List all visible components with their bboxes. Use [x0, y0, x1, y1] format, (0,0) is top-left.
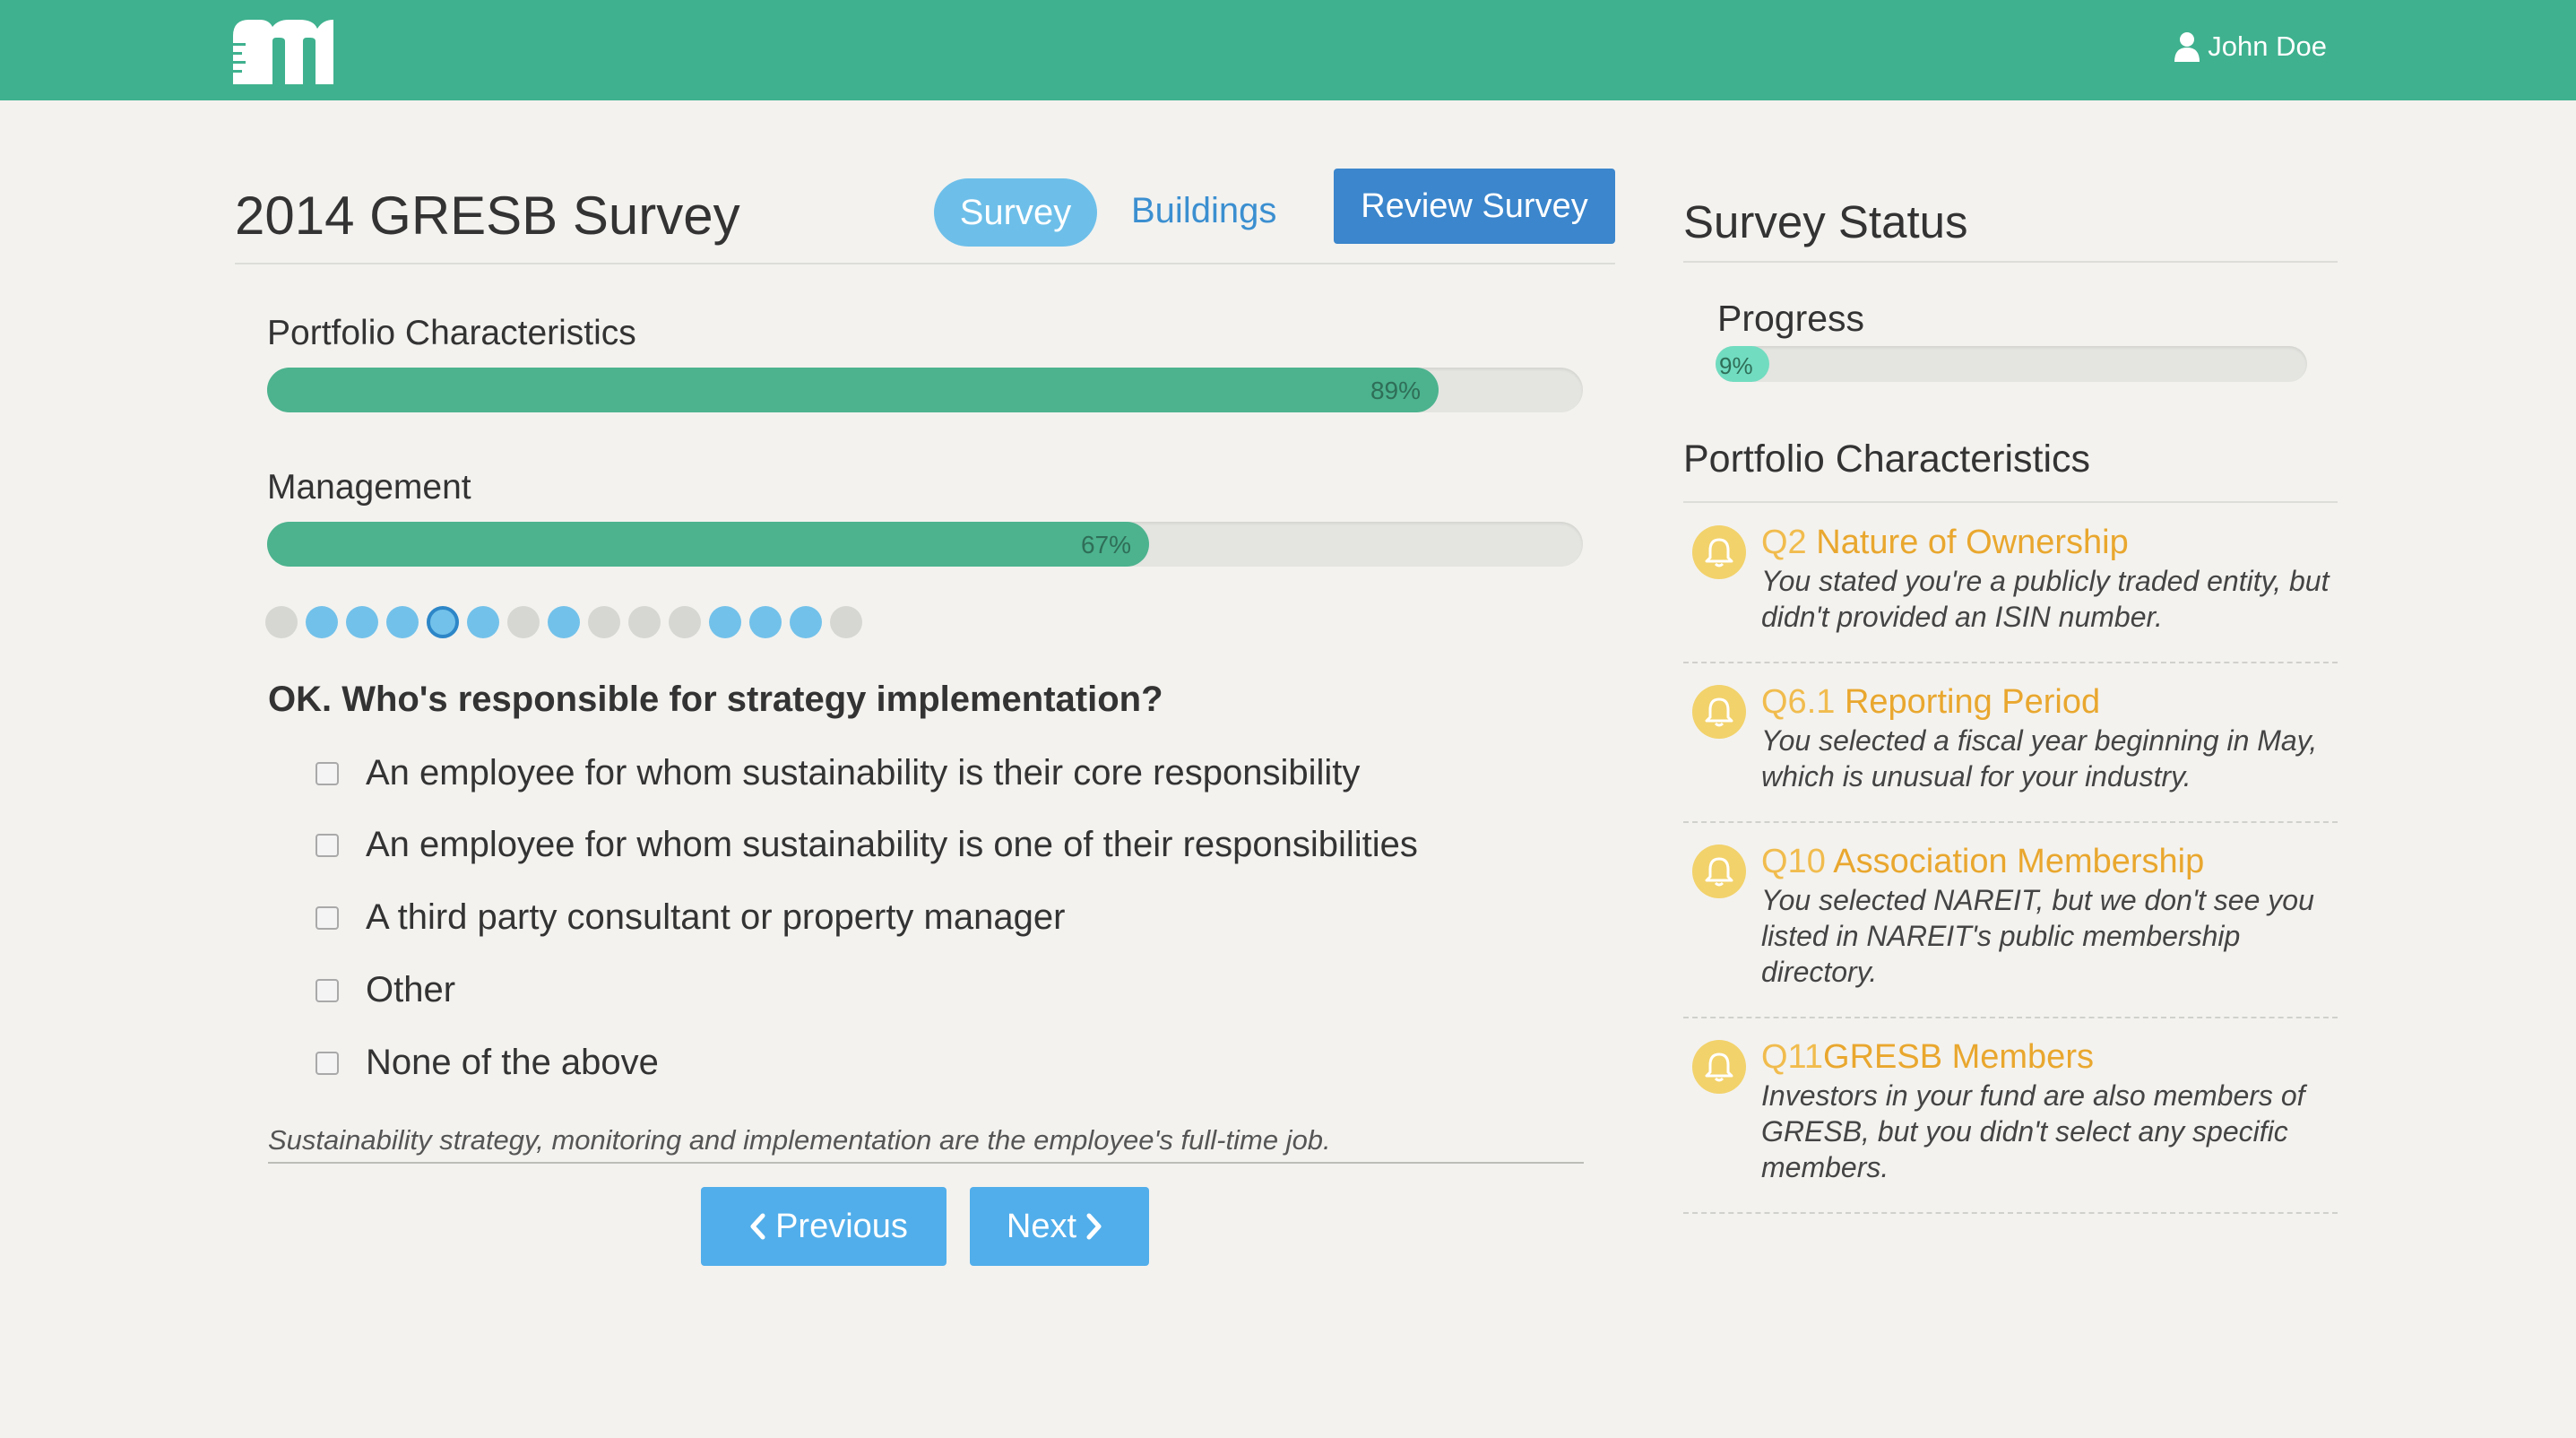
- question-dot[interactable]: [790, 606, 822, 638]
- previous-label: Previous: [775, 1207, 908, 1245]
- question-dot[interactable]: [669, 606, 701, 638]
- question-dot[interactable]: [507, 606, 540, 638]
- alert-qnum: Q2: [1761, 524, 1807, 561]
- help-divider: [268, 1162, 1584, 1164]
- checkbox[interactable]: [316, 1051, 339, 1075]
- option-other[interactable]: Other: [316, 970, 455, 1010]
- status-divider: [1683, 261, 2338, 263]
- option-none[interactable]: None of the above: [316, 1043, 659, 1083]
- overall-progress-text: 9%: [1719, 352, 1753, 379]
- question-pager: [265, 606, 870, 638]
- alert-name: Association Membership: [1833, 843, 2205, 880]
- user-menu[interactable]: John Doe: [2174, 30, 2327, 63]
- alert-text: You selected a fiscal year beginning in …: [1761, 724, 2318, 793]
- question-dot[interactable]: [265, 606, 298, 638]
- alert-title[interactable]: Q11GRESB Members: [1761, 1038, 2094, 1077]
- previous-button[interactable]: Previous: [701, 1187, 947, 1266]
- section-label-portfolio: Portfolio Characteristics: [267, 314, 636, 352]
- section-label-management: Management: [267, 468, 471, 507]
- alert-qnum: Q11: [1761, 1038, 1824, 1076]
- logo[interactable]: [233, 18, 337, 84]
- progress-label: Progress: [1717, 298, 1865, 339]
- question-dot[interactable]: [467, 606, 499, 638]
- progress-text-management: 67%: [1080, 531, 1131, 559]
- alert-title[interactable]: Q2 Nature of Ownership: [1761, 524, 2129, 562]
- progress-text-portfolio: 89%: [1370, 377, 1421, 404]
- checkbox[interactable]: [316, 905, 339, 930]
- alert-qnum: Q10: [1761, 843, 1826, 880]
- option-label: An employee for whom sustainability is o…: [366, 825, 1418, 864]
- alert-name: Nature of Ownership: [1816, 524, 2129, 561]
- alert-text: Investors in your fund are also members …: [1761, 1079, 2305, 1183]
- question-dot[interactable]: [346, 606, 378, 638]
- bell-icon: [1692, 845, 1746, 898]
- review-survey-button[interactable]: Review Survey: [1334, 169, 1615, 244]
- user-icon: [2174, 32, 2200, 62]
- checkbox[interactable]: [316, 761, 339, 785]
- option-label: A third party consultant or property man…: [366, 897, 1066, 937]
- alert-name: Reporting Period: [1844, 683, 2101, 721]
- option-core-responsibility[interactable]: An employee for whom sustainability is t…: [316, 753, 1360, 793]
- question-dot[interactable]: [548, 606, 580, 638]
- next-label: Next: [1006, 1207, 1077, 1245]
- user-name: John Doe: [2208, 30, 2327, 62]
- alert-item[interactable]: Q11GRESB Members Investors in your fund …: [1683, 1038, 2338, 1214]
- survey-status-title: Survey Status: [1683, 196, 1968, 247]
- option-one-of-responsibilities[interactable]: An employee for whom sustainability is o…: [316, 825, 1418, 865]
- help-text: Sustainability strategy, monitoring and …: [268, 1124, 1331, 1156]
- question-dot[interactable]: [306, 606, 338, 638]
- question-dot[interactable]: [588, 606, 620, 638]
- next-button[interactable]: Next: [970, 1187, 1149, 1266]
- section-divider: [1683, 501, 2338, 503]
- overall-progress-bar: 9%: [1716, 346, 2307, 382]
- progress-bar-portfolio: 89%: [267, 368, 1583, 412]
- option-label: An employee for whom sustainability is t…: [366, 753, 1361, 793]
- alert-item[interactable]: Q6.1 Reporting Period You selected a fis…: [1683, 683, 2338, 823]
- question-dot[interactable]: [709, 606, 741, 638]
- alert-text: You stated you're a publicly traded enti…: [1761, 565, 2330, 633]
- chevron-right-icon: [1086, 1213, 1102, 1240]
- option-label: None of the above: [366, 1043, 659, 1082]
- question-text: OK. Who's responsible for strategy imple…: [268, 680, 1163, 719]
- page-title: 2014 GRESB Survey: [235, 186, 740, 246]
- option-third-party[interactable]: A third party consultant or property man…: [316, 897, 1065, 938]
- alert-qnum: Q6.1: [1761, 683, 1836, 721]
- alert-item[interactable]: Q2 Nature of Ownership You stated you're…: [1683, 524, 2338, 663]
- bell-icon: [1692, 685, 1746, 739]
- checkbox[interactable]: [316, 833, 339, 857]
- question-dot[interactable]: [427, 606, 459, 638]
- option-label: Other: [366, 970, 456, 1009]
- bell-icon: [1692, 525, 1746, 579]
- alert-text: You selected NAREIT, but we don't see yo…: [1761, 884, 2314, 988]
- tab-buildings[interactable]: Buildings: [1131, 191, 1276, 231]
- alert-item[interactable]: Q10 Association Membership You selected …: [1683, 843, 2338, 1018]
- header-divider: [235, 263, 1615, 264]
- status-section-heading: Portfolio Characteristics: [1683, 437, 2091, 481]
- alert-name: GRESB Members: [1823, 1038, 2094, 1076]
- progress-bar-management: 67%: [267, 522, 1583, 567]
- progress-fill-portfolio: [267, 368, 1439, 412]
- question-dot[interactable]: [386, 606, 419, 638]
- chevron-left-icon: [750, 1213, 765, 1240]
- question-dot[interactable]: [628, 606, 661, 638]
- progress-fill-management: [267, 522, 1149, 567]
- question-dot[interactable]: [830, 606, 862, 638]
- alert-title[interactable]: Q6.1 Reporting Period: [1761, 683, 2100, 722]
- question-dot[interactable]: [749, 606, 782, 638]
- alert-title[interactable]: Q10 Association Membership: [1761, 843, 2204, 881]
- top-bar: John Doe: [0, 0, 2576, 100]
- tab-survey[interactable]: Survey: [934, 178, 1097, 247]
- checkbox[interactable]: [316, 978, 339, 1002]
- bell-icon: [1692, 1040, 1746, 1094]
